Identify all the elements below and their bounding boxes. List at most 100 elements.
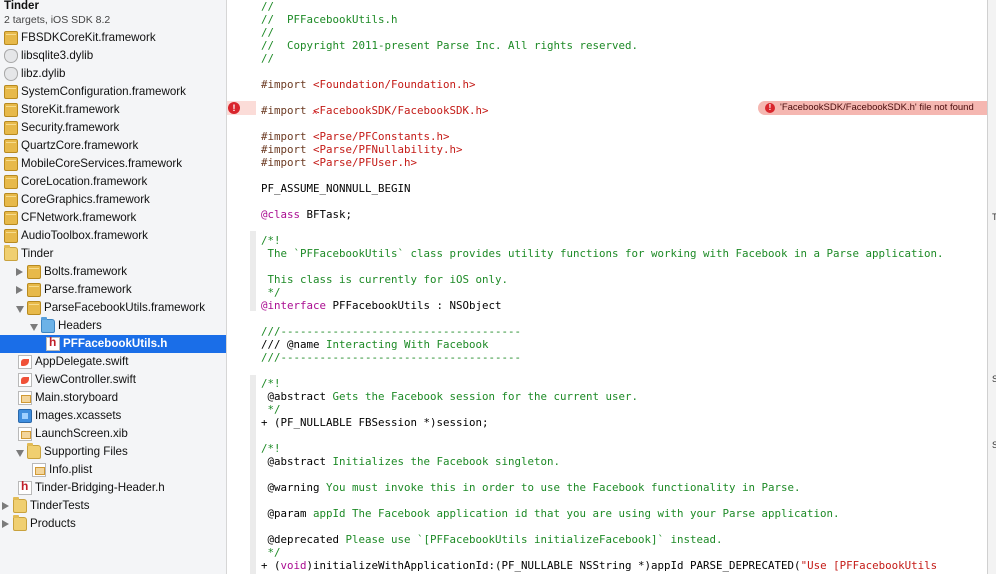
code-token: <FacebookSDK/FacebookSDK.h>	[313, 104, 489, 117]
code-line: #import <Parse/PFUser.h>	[261, 156, 991, 169]
code-line: PF_ASSUME_NONNULL_BEGIN	[261, 182, 991, 195]
navigator-item[interactable]: Products	[0, 515, 226, 533]
navigator-item[interactable]: ParseFacebookUtils.framework	[0, 299, 226, 317]
framework-icon	[4, 85, 18, 99]
folder-icon	[13, 515, 27, 531]
navigator-item[interactable]: PFFacebookUtils.h	[0, 335, 226, 353]
navigator-item-label: libsqlite3.dylib	[21, 49, 94, 62]
code-line: #import <Foundation/Foundation.h>	[261, 78, 991, 91]
framework-icon	[4, 211, 18, 225]
folder-icon	[13, 497, 27, 513]
code-token: <Parse/PFUser.h>	[313, 156, 418, 169]
navigator-item[interactable]: StoreKit.framework	[0, 101, 226, 119]
code-line: /// @name Interacting With Facebook	[261, 338, 991, 351]
navigator-item-label: SystemConfiguration.framework	[21, 85, 186, 98]
navigator-item[interactable]: Main.storyboard	[0, 389, 226, 407]
disclosure-closed-icon[interactable]	[2, 520, 9, 528]
xcassets-icon	[18, 409, 32, 423]
inspector-letter: S	[992, 374, 996, 384]
error-message-badge[interactable]: ! 'FacebookSDK/FacebookSDK.h' file not f…	[758, 101, 987, 115]
code-token: appId The Facebook application id that y…	[306, 507, 840, 520]
disclosure-closed-icon[interactable]	[16, 268, 23, 276]
navigator-item[interactable]: CoreGraphics.framework	[0, 191, 226, 209]
navigator-item[interactable]: CFNetwork.framework	[0, 209, 226, 227]
navigator-item[interactable]: Supporting Files	[0, 443, 226, 461]
navigator-item[interactable]: FBSDKCoreKit.framework	[0, 29, 226, 47]
inspector-edge: T S S	[987, 0, 996, 574]
navigator-item-label: Info.plist	[49, 463, 93, 476]
navigator-item[interactable]: CoreLocation.framework	[0, 173, 226, 191]
navigator-item-label: ParseFacebookUtils.framework	[44, 301, 206, 314]
navigator-item[interactable]: Info.plist	[0, 461, 226, 479]
inspector-letter: T	[992, 212, 996, 222]
code-line: #import <Parse/PFConstants.h>	[261, 130, 991, 143]
swift-icon	[18, 373, 32, 387]
framework-icon	[4, 31, 18, 45]
error-icon[interactable]: !	[228, 102, 240, 114]
navigator-item[interactable]: AudioToolbox.framework	[0, 227, 226, 245]
code-token: + (PF_NULLABLE FBSession *)session;	[261, 416, 489, 429]
code-token: Gets the Facebook session for the curren…	[326, 390, 639, 403]
code-token: ///-------------------------------------	[261, 351, 522, 364]
code-token: <Foundation/Foundation.h>	[313, 78, 476, 91]
code-line: + (void)initializeWithApplicationId:(PF_…	[261, 559, 991, 572]
framework-icon	[4, 193, 18, 207]
disclosure-open-icon[interactable]	[30, 324, 38, 331]
navigator-item[interactable]: Bolts.framework	[0, 263, 226, 281]
disclosure-closed-icon[interactable]	[16, 286, 23, 294]
navigator-item[interactable]: ViewController.swift	[0, 371, 226, 389]
navigator-item[interactable]: Security.framework	[0, 119, 226, 137]
navigator-item[interactable]: libsqlite3.dylib	[0, 47, 226, 65]
code-token: #import	[261, 130, 314, 143]
code-line: /*!	[261, 377, 991, 390]
project-subtitle: 2 targets, iOS SDK 8.2	[4, 14, 111, 26]
source-editor[interactable]: //// PFFacebookUtils.h//// Copyright 201…	[256, 0, 996, 574]
code-line: // PFFacebookUtils.h	[261, 13, 991, 26]
navigator-item-label: Supporting Files	[44, 445, 128, 458]
navigator-item[interactable]: QuartzCore.framework	[0, 137, 226, 155]
project-title[interactable]: Tinder	[4, 0, 39, 12]
code-token: )initializeWithApplicationId:(PF_NULLABL…	[306, 559, 801, 572]
navigator-item[interactable]: TinderTests	[0, 497, 226, 515]
code-token: #import	[261, 78, 314, 91]
framework-icon	[27, 265, 41, 279]
code-token: #import	[261, 143, 314, 156]
code-token: //	[261, 0, 275, 13]
code-line: The `PFFacebookUtils` class provides uti…	[261, 247, 991, 260]
code-token: @deprecated	[261, 533, 340, 546]
code-token: PFFacebookUtils : NSObject	[326, 299, 502, 312]
navigator-item[interactable]: Tinder	[0, 245, 226, 263]
disclosure-open-icon[interactable]	[16, 450, 24, 457]
navigator-item[interactable]: MobileCoreServices.framework	[0, 155, 226, 173]
code-token: */	[261, 546, 281, 559]
code-token: @class	[261, 208, 301, 221]
code-token: */	[261, 403, 281, 416]
code-line: @warning You must invoke this in order t…	[261, 481, 991, 494]
disclosure-closed-icon[interactable]	[2, 502, 9, 510]
code-token: /*!	[261, 234, 281, 247]
navigator-item-label: Parse.framework	[44, 283, 132, 296]
navigator-item[interactable]: libz.dylib	[0, 65, 226, 83]
code-token: Initializes the Facebook singleton.	[326, 455, 561, 468]
navigator-item-label: Main.storyboard	[35, 391, 119, 404]
navigator-item-label: CFNetwork.framework	[21, 211, 137, 224]
code-token: PF_ASSUME_NONNULL_BEGIN	[261, 182, 411, 195]
disclosure-open-icon[interactable]	[16, 306, 24, 313]
code-token: The `PFFacebookUtils` class provides uti…	[261, 247, 944, 260]
code-token: This class is currently for iOS only.	[261, 273, 509, 286]
navigator-item-label: AppDelegate.swift	[35, 355, 129, 368]
navigator-item[interactable]: Tinder-Bridging-Header.h	[0, 479, 226, 497]
code-token: /*!	[261, 442, 281, 455]
error-caret-icon: ^	[312, 111, 318, 121]
framework-icon	[4, 121, 18, 135]
navigator-item[interactable]: Images.xcassets	[0, 407, 226, 425]
navigator-item[interactable]: LaunchScreen.xib	[0, 425, 226, 443]
navigator-item[interactable]: Headers	[0, 317, 226, 335]
navigator-item[interactable]: AppDelegate.swift	[0, 353, 226, 371]
code-token: /// @name	[261, 338, 320, 351]
code-line: @param appId The Facebook application id…	[261, 507, 991, 520]
code-token: /*!	[261, 377, 281, 390]
navigator-item[interactable]: SystemConfiguration.framework	[0, 83, 226, 101]
navigator-item[interactable]: Parse.framework	[0, 281, 226, 299]
lib-icon	[4, 67, 18, 81]
